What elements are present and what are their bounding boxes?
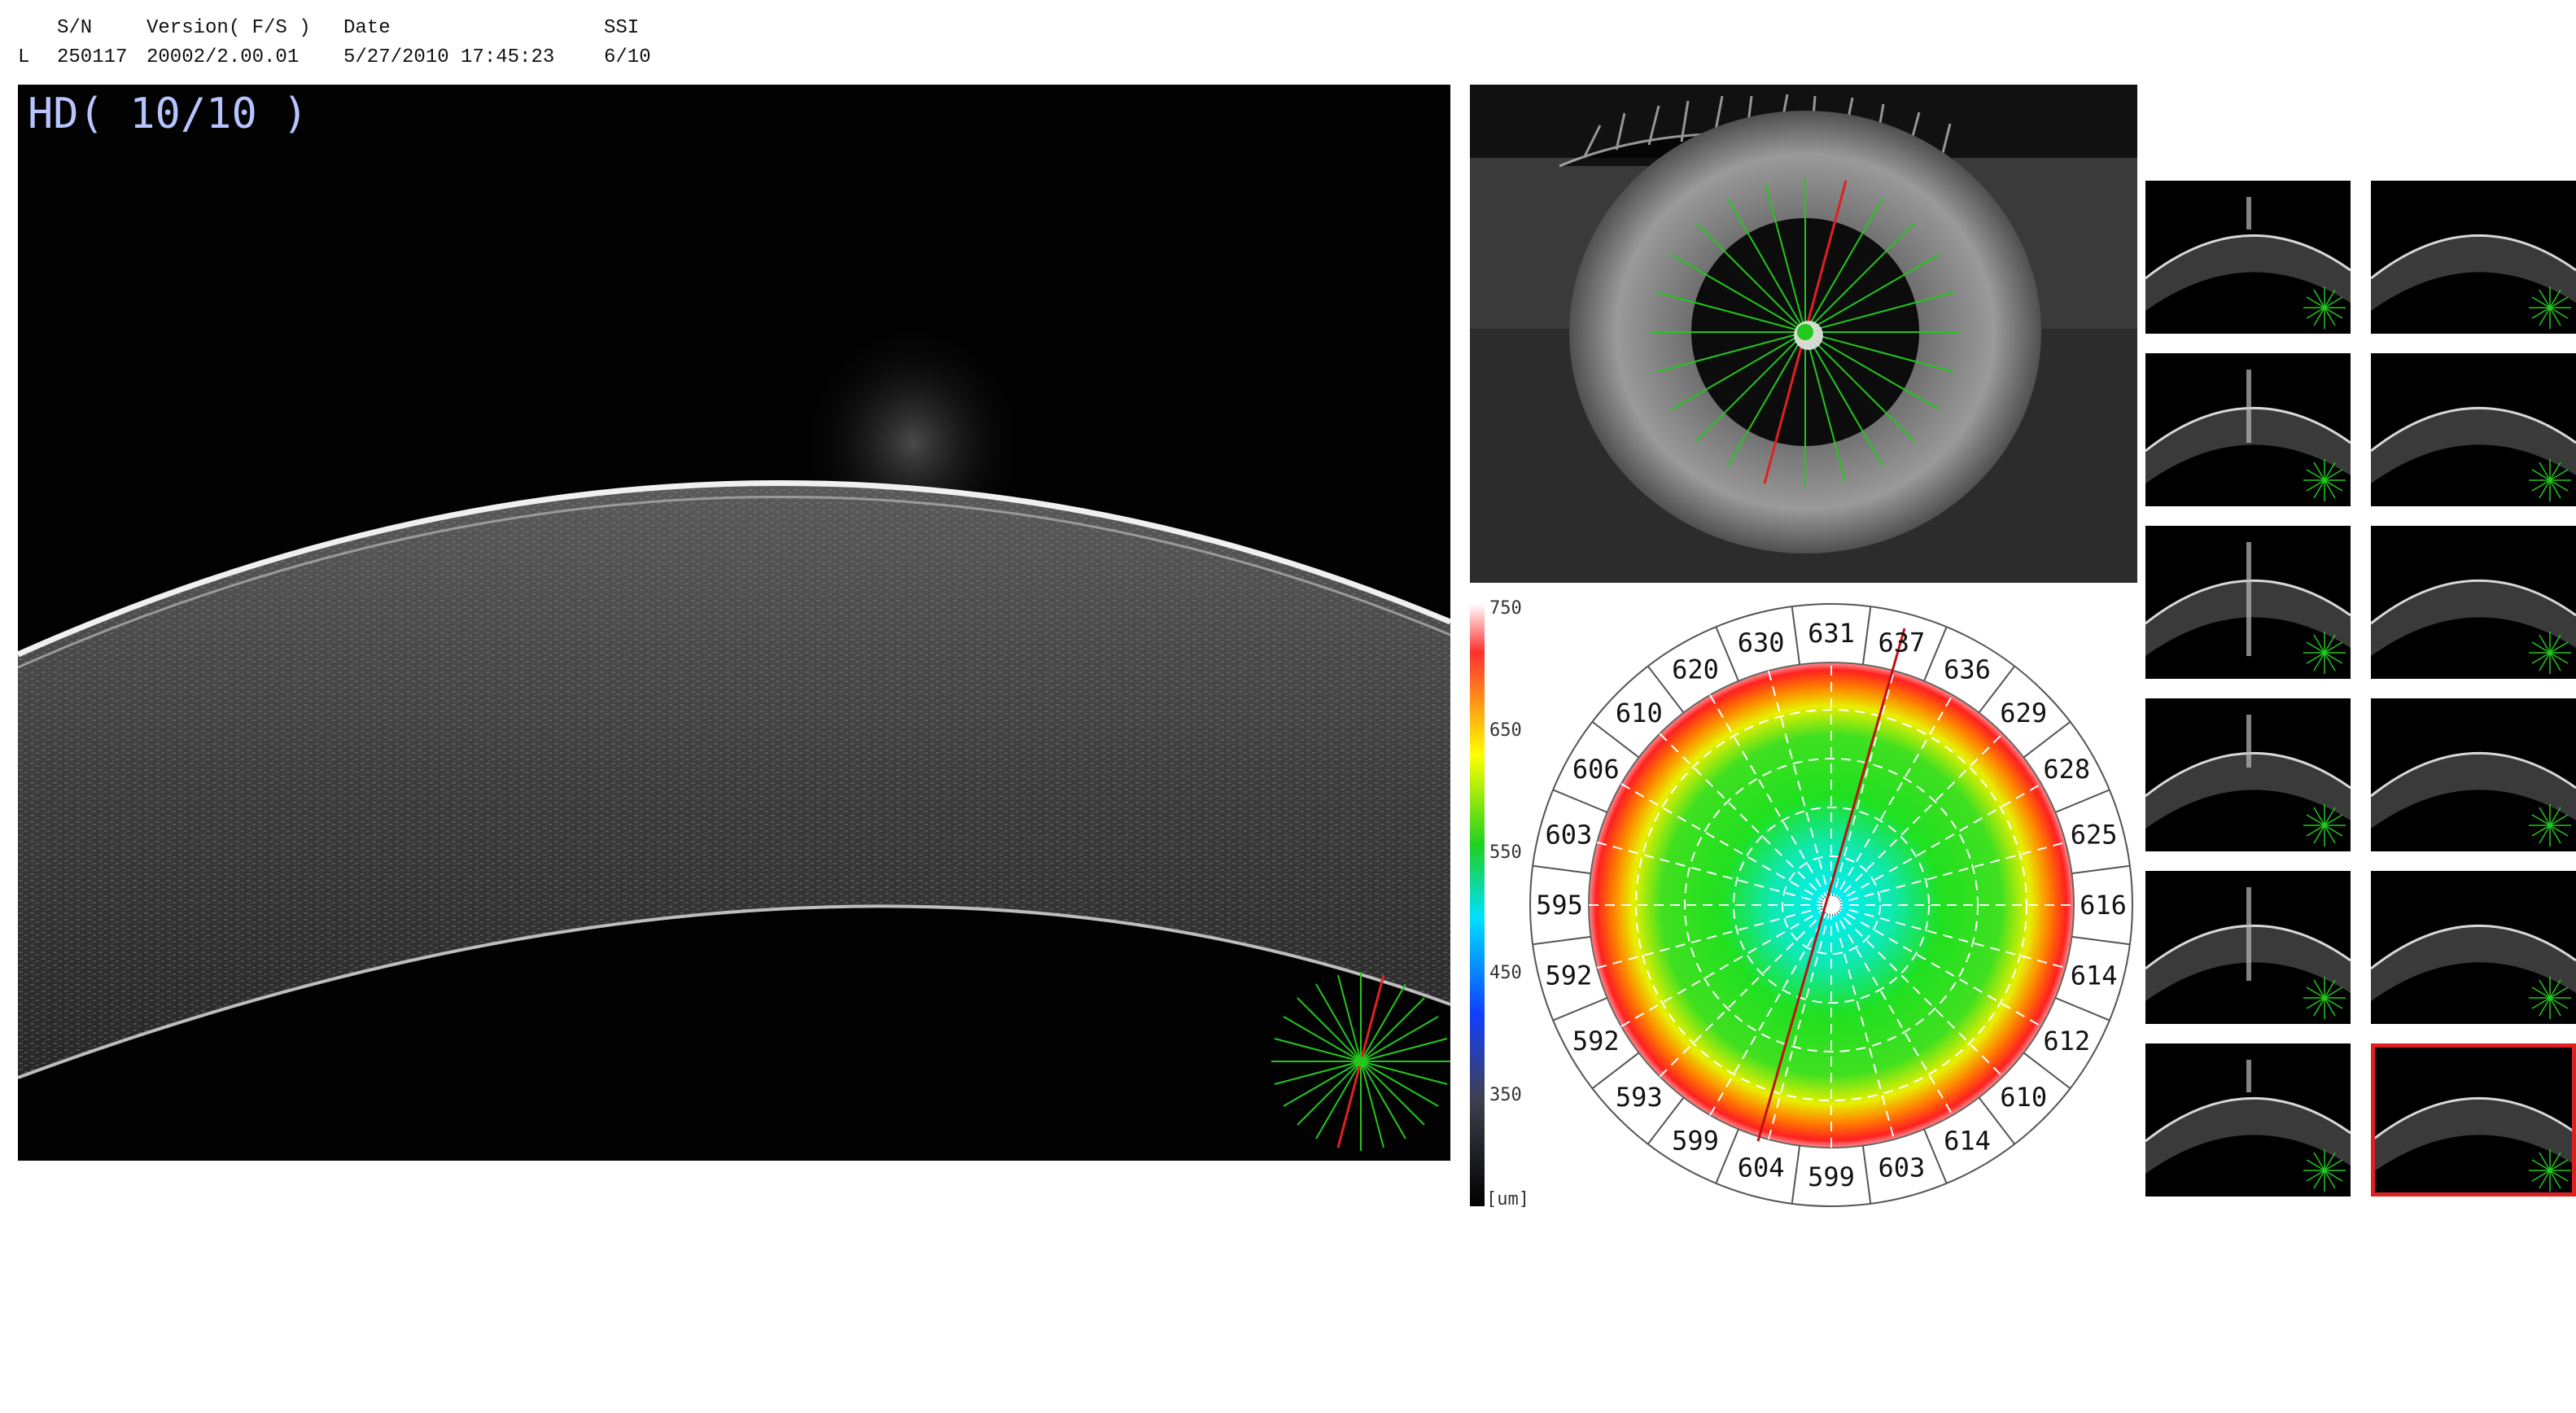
- sector-thickness-label: 625: [2071, 820, 2118, 851]
- ssi-value: 6/10: [604, 46, 651, 68]
- date-label: Date: [343, 17, 391, 39]
- iris-camera-image: [1470, 85, 2137, 583]
- scan-thumbnail[interactable]: [2371, 871, 2576, 1024]
- sector-thickness-label: 630: [1738, 627, 1785, 658]
- sector-thickness-label: 612: [2043, 1026, 2090, 1056]
- scan-thumbnail[interactable]: [2145, 526, 2351, 679]
- sector-thickness-label: 629: [2000, 698, 2047, 728]
- thickness-colorbar: [1470, 604, 1485, 1206]
- sector-thickness-label: 604: [1738, 1153, 1785, 1183]
- scan-thumbnail[interactable]: [2371, 353, 2576, 506]
- scan-pattern-icon: [1271, 972, 1450, 1151]
- scan-thumbnail[interactable]: [2371, 526, 2576, 679]
- colorbar-tick-650: 650: [1489, 720, 1522, 741]
- sector-thickness-label: 628: [2043, 754, 2090, 785]
- sector-thickness-label: 595: [1536, 890, 1583, 921]
- sector-thickness-label: 620: [1672, 654, 1719, 685]
- sector-thickness-label: 610: [2000, 1082, 2047, 1113]
- colorbar-unit: [um]: [1486, 1189, 1529, 1210]
- sector-thickness-label: 606: [1572, 754, 1620, 785]
- scan-thumbnail[interactable]: [2145, 698, 2351, 851]
- colorbar-tick-450: 450: [1489, 963, 1522, 983]
- sector-thickness-label: 636: [1944, 654, 1991, 685]
- colorbar-tick-550: 550: [1489, 842, 1522, 863]
- eye-indicator: L: [18, 46, 30, 68]
- scan-thumbnail[interactable]: [2145, 871, 2351, 1024]
- scan-thumbnail-grid[interactable]: [2145, 181, 2576, 1202]
- sector-thickness-label: 637: [1878, 627, 1926, 658]
- sector-thickness-label: 614: [2071, 960, 2118, 991]
- sector-thickness-label: 614: [1944, 1125, 1991, 1156]
- scan-thumbnail[interactable]: [2371, 181, 2576, 334]
- main-oct-scan[interactable]: HD( 10/10 ): [18, 85, 1450, 1161]
- sector-thickness-label: 610: [1616, 698, 1663, 728]
- pachymetry-polar-map: 637 636 629 628 625 616 614 612 610 614 603 599 604 5…: [1529, 603, 2133, 1207]
- scan-mode-label: HD( 10/10 ): [28, 90, 308, 138]
- sector-thickness-label: 603: [1546, 820, 1593, 851]
- scan-thumbnail[interactable]: [2145, 353, 2351, 506]
- colorbar-tick-350: 350: [1489, 1085, 1522, 1105]
- sector-thickness-label: 616: [2080, 890, 2127, 921]
- sector-thickness-label: 592: [1546, 960, 1593, 991]
- sector-thickness-label: 603: [1878, 1153, 1926, 1183]
- sn-label: S/N: [57, 17, 93, 39]
- scan-thumbnail[interactable]: [2371, 1043, 2576, 1196]
- sector-thickness-label: 592: [1572, 1026, 1620, 1056]
- sector-thickness-label: 599: [1672, 1125, 1719, 1156]
- scan-thumbnail[interactable]: [2145, 1043, 2351, 1196]
- cornea-scan-image: [18, 85, 1450, 1161]
- sector-thickness-label: 631: [1808, 618, 1855, 649]
- colorbar-tick-750: 750: [1489, 598, 1522, 619]
- scan-thumbnail[interactable]: [2145, 181, 2351, 334]
- pachymetry-map-panel[interactable]: 750 650 550 450 350 [um] 637 636 629 628 625…: [1470, 593, 2137, 1219]
- ssi-label: SSI: [604, 17, 640, 39]
- sn-value: 250117: [57, 46, 128, 68]
- version-label: Version( F/S ): [147, 17, 311, 39]
- sector-thickness-label: 599: [1808, 1161, 1855, 1192]
- radial-scan-overlay: [1651, 177, 1960, 487]
- sector-thickness-label: 593: [1616, 1082, 1663, 1113]
- scan-thumbnail[interactable]: [2371, 698, 2576, 851]
- version-value: 20002/2.00.01: [147, 46, 300, 68]
- date-value: 5/27/2010 17:45:23: [343, 46, 555, 68]
